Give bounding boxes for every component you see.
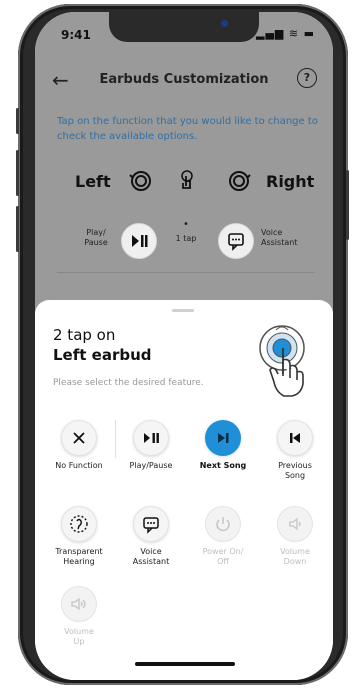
option-label: Voice Assistant [132, 547, 170, 566]
power-icon [216, 517, 230, 532]
close-icon [73, 432, 85, 444]
dimmed-background [35, 12, 333, 312]
option-label: Volume Down [280, 547, 310, 566]
right-earbud-icon [229, 171, 251, 191]
tap-gesture-icon [181, 170, 193, 189]
option-play-pause[interactable]: Play/Pause [116, 420, 186, 471]
option-label: Volume Up [64, 627, 94, 646]
option-no-function[interactable]: No Function [44, 420, 114, 471]
tap-count-label: 1 tap [175, 234, 197, 243]
option-power: Power On/ Off [188, 506, 258, 567]
play-pause-icon [132, 235, 148, 247]
volume-up-icon [71, 597, 86, 611]
left-label: Left [75, 172, 111, 191]
option-voice-assistant[interactable]: Voice Assistant [116, 506, 186, 567]
option-label: Previous Song [278, 461, 312, 480]
option-label: No Function [55, 461, 103, 470]
option-label: Power On/ Off [202, 547, 244, 566]
instruction-text: Tap on the function that you would like … [57, 116, 318, 142]
next-song-icon [218, 433, 229, 443]
volume-down-key [16, 206, 19, 252]
option-transparent-hearing[interactable]: Transparent Hearing [44, 506, 114, 567]
home-indicator[interactable] [135, 662, 235, 666]
transparent-hearing-icon [70, 515, 88, 533]
current-right-button[interactable] [218, 223, 254, 259]
current-left-button[interactable] [121, 223, 157, 259]
option-label: Play/Pause [129, 461, 173, 470]
help-icon[interactable]: ? [297, 68, 317, 88]
sheet-title-line2: Left earbud [53, 346, 152, 364]
voice-assistant-icon [143, 517, 159, 534]
power-key [346, 170, 349, 240]
status-time: 9:41 [61, 28, 91, 42]
sheet-title-line1: 2 tap on [53, 326, 116, 344]
volume-up-key [16, 150, 19, 196]
status-icons: ▂▄▆ ≋ ▬ [256, 27, 315, 40]
option-previous-song[interactable]: Previous Song [260, 420, 330, 481]
mute-switch [16, 108, 19, 134]
feature-bottom-sheet: 2 tap on Left earbud Please select the d… [35, 300, 333, 680]
option-next-song[interactable]: Next Song [188, 420, 258, 471]
voice-assistant-icon [228, 233, 244, 251]
option-label: Transparent Hearing [55, 547, 103, 566]
current-right-label: Voice Assistant [261, 228, 298, 247]
notch [109, 12, 259, 42]
option-label: Next Song [199, 461, 247, 470]
volume-down-icon [289, 517, 301, 531]
camera [221, 20, 228, 27]
left-earbud-icon [129, 171, 151, 191]
page-title: Earbuds Customization [99, 72, 269, 87]
right-label: Right [266, 172, 315, 191]
double-tap-hand-icon [259, 325, 305, 397]
screen: 9:41 ▂▄▆ ≋ ▬ ← Earbuds Customization ? T… [35, 12, 333, 680]
divider [57, 272, 315, 273]
sheet-subtitle: Please select the desired feature. [53, 378, 204, 388]
sheet-handle[interactable] [172, 309, 194, 312]
previous-song-icon [290, 433, 300, 443]
play-pause-icon [144, 433, 159, 443]
option-volume-up: Volume Up [44, 586, 114, 647]
current-left-label: Play/ Pause [84, 228, 108, 247]
tap-dot: • [183, 219, 189, 230]
option-volume-down: Volume Down [260, 506, 330, 567]
